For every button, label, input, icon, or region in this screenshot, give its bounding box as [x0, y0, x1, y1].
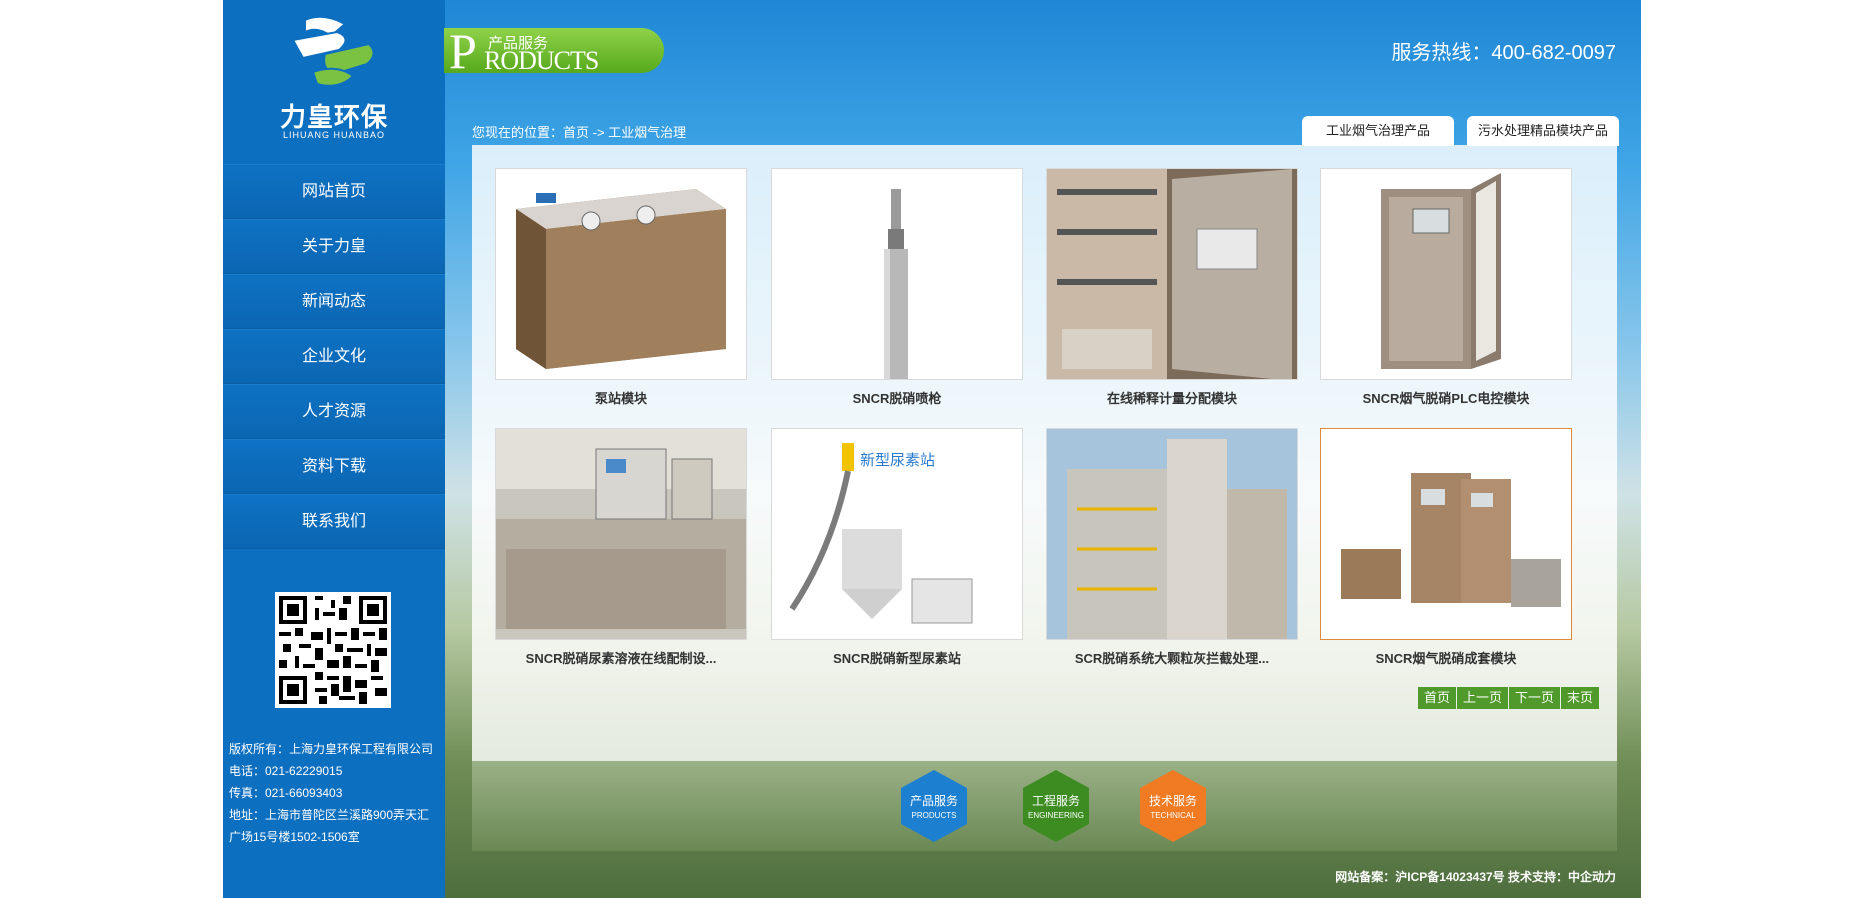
- service-technical-label: 技术服务: [1148, 794, 1197, 808]
- fax-text: 传真：021-66093403: [229, 786, 343, 800]
- qr-code-icon: [279, 596, 387, 704]
- logo-icon: [291, 15, 375, 87]
- service-hotline: 服务热线：400-682-0097: [1391, 42, 1616, 64]
- product-image-urea-station[interactable]: 新型尿素站: [771, 428, 1023, 640]
- product-card[interactable]: SNCR脱硝尿素溶液在线配制设...: [495, 428, 747, 667]
- contact-info: 版权所有：上海力皇环保工程有限公司 电话：021-62229015 传真：021…: [229, 738, 441, 848]
- pager-last[interactable]: 末页: [1561, 687, 1600, 709]
- service-engineering-label: 工程服务: [1031, 794, 1080, 808]
- copyright-text: 版权所有：上海力皇环保工程有限公司: [229, 742, 434, 756]
- nav-item-culture[interactable]: 企业文化: [223, 329, 445, 384]
- product-card[interactable]: 泵站模块: [495, 168, 747, 407]
- service-products-sublabel: PRODUCTS: [911, 811, 957, 820]
- icp-footer[interactable]: 网站备案：沪ICP备14023437号 技术支持：中企动力: [1200, 868, 1616, 885]
- product-card[interactable]: SCR脱硝系统大颗粒灰拦截处理...: [1046, 428, 1298, 667]
- product-title[interactable]: 泵站模块: [495, 388, 747, 407]
- urea-station-image-text: 新型尿素站: [860, 451, 935, 469]
- phone-text: 电话：021-62229015: [229, 764, 343, 778]
- product-title[interactable]: SNCR烟气脱硝PLC电控模块: [1320, 388, 1572, 407]
- service-technical-sublabel: TECHNICAL: [1150, 811, 1196, 820]
- nav-item-contact[interactable]: 联系我们: [223, 494, 445, 549]
- address-line-1: 地址：上海市普陀区兰溪路900弄天汇: [229, 808, 430, 822]
- tab-flue-gas-products[interactable]: 工业烟气治理产品: [1302, 116, 1454, 146]
- service-products-label: 产品服务: [909, 794, 958, 808]
- qr-code: [275, 592, 391, 708]
- logo-chinese-text: 力皇环保: [279, 102, 388, 132]
- product-title[interactable]: SNCR脱硝新型尿素站: [771, 648, 1023, 667]
- nav-item-careers[interactable]: 人才资源: [223, 384, 445, 439]
- tab-wastewater-products[interactable]: 污水处理精品模块产品: [1467, 116, 1619, 146]
- product-image-spray-lance[interactable]: [771, 168, 1023, 380]
- pager-prev[interactable]: 上一页: [1457, 687, 1509, 709]
- product-image-scr-system[interactable]: [1046, 428, 1298, 640]
- address-line-2: 广场15号楼1502-1506室: [229, 830, 360, 844]
- sidebar: 力皇环保 LIHUANG HUANBAO 网站首页 关于力皇 新闻动态 企业文化…: [223, 0, 445, 898]
- logo-english-text: LIHUANG HUANBAO: [282, 130, 386, 140]
- product-image-plc-cabinet[interactable]: [1320, 168, 1572, 380]
- product-image-pump-station[interactable]: [495, 168, 747, 380]
- product-title[interactable]: SCR脱硝系统大颗粒灰拦截处理...: [1046, 648, 1298, 667]
- badge-english-title: RODUCTS: [484, 46, 599, 75]
- nav-item-about[interactable]: 关于力皇: [223, 219, 445, 274]
- pager-first[interactable]: 首页: [1418, 687, 1457, 709]
- product-title[interactable]: 在线稀释计量分配模块: [1046, 388, 1298, 407]
- product-card[interactable]: 新型尿素站 SNCR脱硝新型尿素站: [771, 428, 1023, 667]
- section-badge: P 产品服务 RODUCTS: [444, 23, 664, 79]
- product-card[interactable]: 在线稀释计量分配模块: [1046, 168, 1298, 407]
- product-image-dilution-module[interactable]: [1046, 168, 1298, 380]
- product-title[interactable]: SNCR脱硝喷枪: [771, 388, 1023, 407]
- product-image-urea-preparation[interactable]: [495, 428, 747, 640]
- badge-letter: P: [449, 23, 477, 79]
- nav-item-downloads[interactable]: 资料下载: [223, 439, 445, 494]
- main-nav: 网站首页 关于力皇 新闻动态 企业文化 人才资源 资料下载 联系我们: [223, 164, 445, 549]
- logo[interactable]: 力皇环保 LIHUANG HUANBAO: [223, 0, 445, 150]
- product-image-complete-set[interactable]: [1320, 428, 1572, 640]
- product-card[interactable]: SNCR脱硝喷枪: [771, 168, 1023, 407]
- breadcrumb[interactable]: 您现在的位置：首页 -> 工业烟气治理: [472, 122, 686, 141]
- product-card[interactable]: SNCR烟气脱硝成套模块: [1320, 428, 1572, 667]
- nav-item-news[interactable]: 新闻动态: [223, 274, 445, 329]
- product-title[interactable]: SNCR烟气脱硝成套模块: [1320, 648, 1572, 667]
- page-background-left: [0, 0, 223, 898]
- service-engineering-sublabel: ENGINEERING: [1027, 811, 1084, 820]
- nav-item-home[interactable]: 网站首页: [223, 164, 445, 219]
- page-background-right: [1641, 0, 1862, 898]
- pager-next[interactable]: 下一页: [1509, 687, 1561, 709]
- pagination: 首页 上一页 下一页 末页: [1418, 687, 1600, 709]
- product-title[interactable]: SNCR脱硝尿素溶液在线配制设...: [495, 648, 747, 667]
- product-card[interactable]: SNCR烟气脱硝PLC电控模块: [1320, 168, 1572, 407]
